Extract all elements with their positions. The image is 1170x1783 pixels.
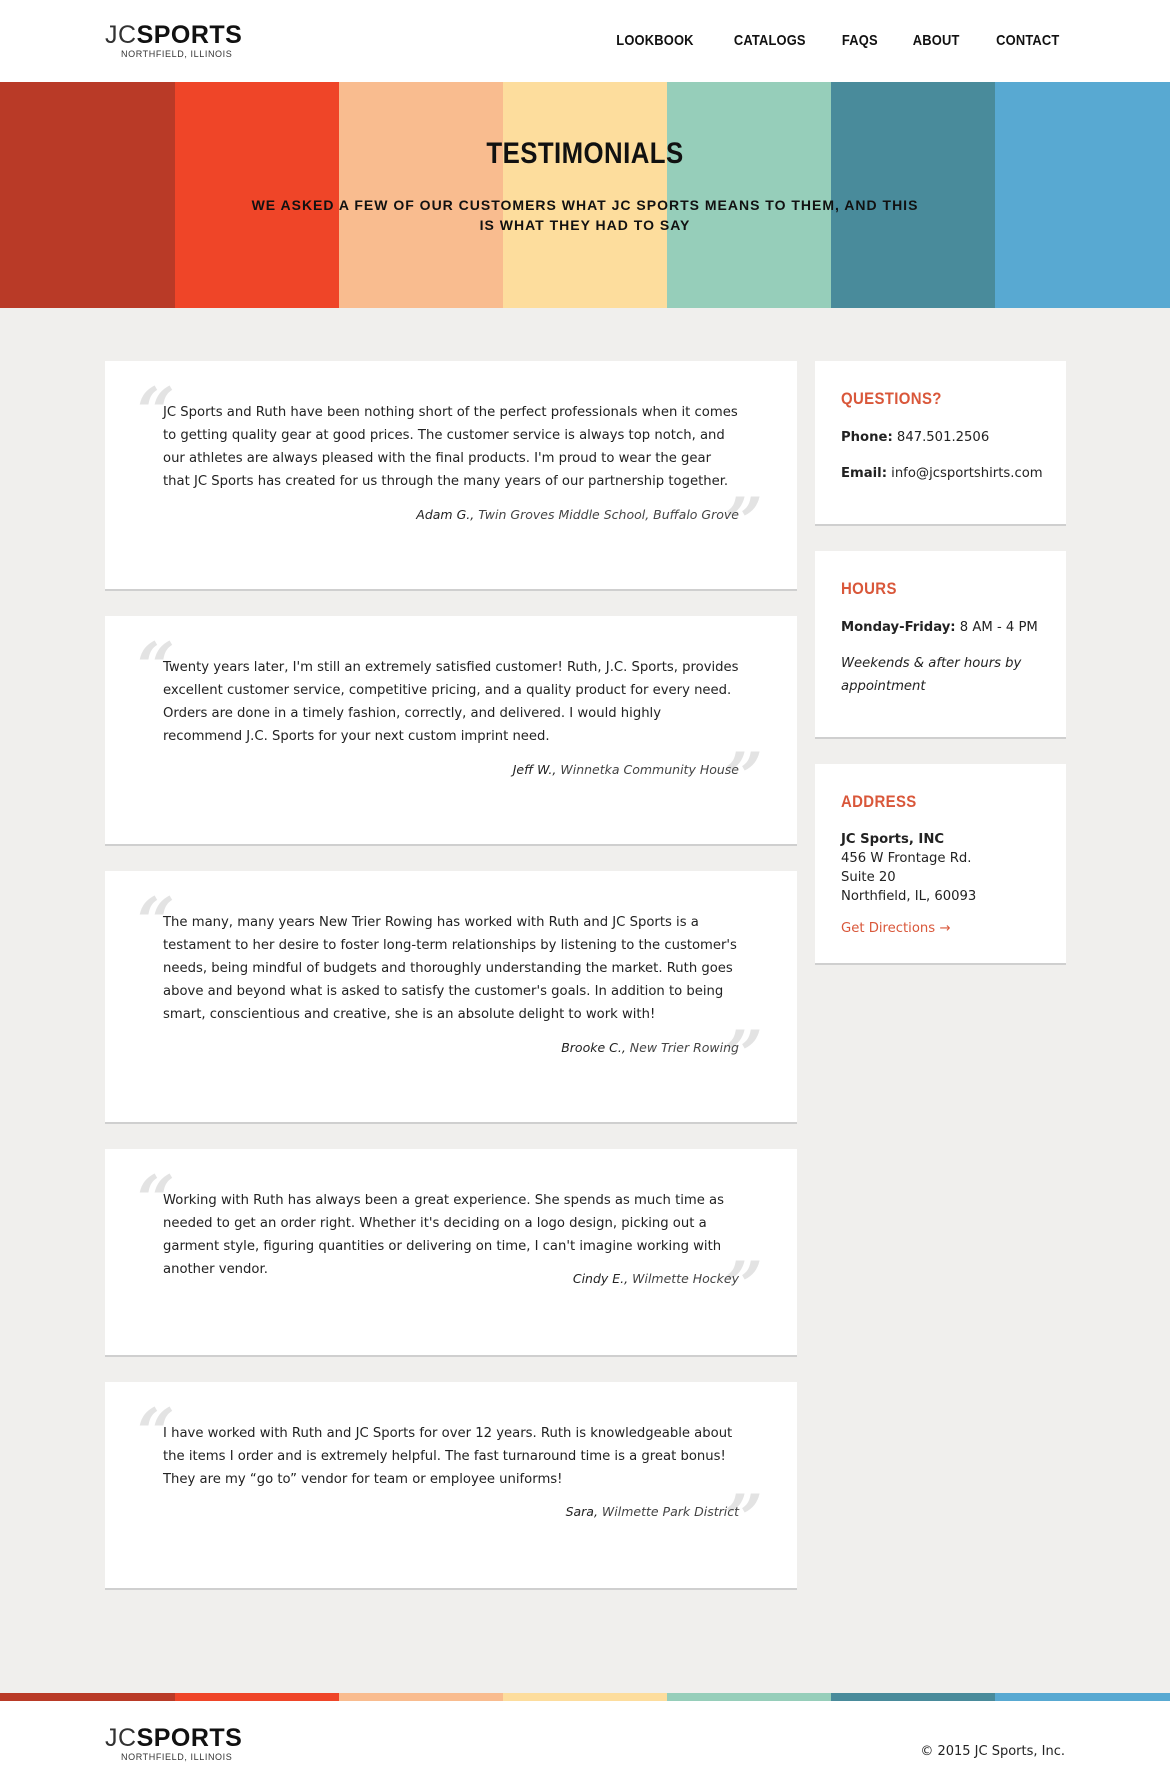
get-directions-link[interactable]: Get Directions →	[841, 919, 950, 938]
hours-line: Monday-Friday: 8 AM - 4 PM	[841, 618, 1038, 637]
footer-stripe	[503, 1693, 667, 1701]
logo-sports: SPORTS	[136, 21, 243, 49]
nav-lookbook[interactable]: LOOKBOOK	[616, 32, 693, 49]
testimonial-text: JC Sports and Ruth have been nothing sho…	[163, 405, 738, 489]
address-heading: ADDRESS	[841, 792, 917, 811]
testimonial-card: “ The many, many years New Trier Rowing …	[105, 871, 797, 1124]
hours-days-label: Monday-Friday:	[841, 620, 956, 635]
email-line: Email: info@jcsportshirts.com	[841, 464, 1043, 483]
footer-stripes	[0, 1693, 1170, 1701]
testimonial-text: Twenty years later, I'm still an extreme…	[163, 660, 739, 744]
nav-contact[interactable]: CONTACT	[997, 32, 1060, 49]
logo-wordmark: JCSPORTS	[105, 1724, 265, 1752]
address-line-3: Northfield, IL, 60093	[841, 889, 977, 904]
author-name: Adam G.,	[416, 507, 475, 522]
close-quote-icon: ”	[725, 483, 763, 561]
hours-note: Weekends & after hours by appointment	[841, 656, 1022, 694]
logo-location: NORTHFIELD, ILLINOIS	[121, 49, 233, 59]
email-value[interactable]: info@jcsportshirts.com	[887, 466, 1042, 481]
phone-value[interactable]: 847.501.2506	[893, 430, 989, 445]
phone-line: Phone: 847.501.2506	[841, 428, 989, 447]
testimonial-author: Adam G., Twin Groves Middle School, Buff…	[416, 507, 739, 522]
hours-card: HOURS Monday-Friday: 8 AM - 4 PM Weekend…	[815, 551, 1066, 739]
author-name: Jeff W.,	[512, 762, 557, 777]
company-name: JC Sports, INC	[841, 832, 945, 847]
testimonial-author: Sara, Wilmette Park District	[566, 1504, 739, 1519]
logo-wordmark: JCSPORTS	[105, 21, 265, 49]
address-line-1: 456 W Frontage Rd.	[841, 851, 972, 866]
close-quote-icon: ”	[725, 1480, 763, 1558]
site-header: JCSPORTS NORTHFIELD, ILLINOIS LOOKBOOK C…	[0, 0, 1170, 82]
testimonial-author: Cindy E., Wilmette Hockey	[573, 1271, 739, 1286]
address-line-2: Suite 20	[841, 870, 896, 885]
footer-stripe	[995, 1693, 1170, 1701]
author-org: Winnetka Community House	[556, 762, 739, 777]
phone-label: Phone:	[841, 430, 893, 445]
footer-stripe	[831, 1693, 995, 1701]
testimonial-text: Working with Ruth has always been a grea…	[163, 1193, 725, 1277]
footer-stripe	[339, 1693, 503, 1701]
logo-location: NORTHFIELD, ILLINOIS	[121, 1752, 233, 1762]
nav-faqs[interactable]: FAQS	[842, 32, 878, 49]
testimonial-card: “ Twenty years later, I'm still an extre…	[105, 616, 797, 846]
nav-about[interactable]: ABOUT	[913, 32, 960, 49]
footer-stripe	[175, 1693, 339, 1701]
hours-heading: HOURS	[841, 579, 897, 598]
nav-catalogs[interactable]: CATALOGS	[734, 32, 806, 49]
testimonial-author: Jeff W., Winnetka Community House	[513, 762, 739, 777]
logo-jc: JC	[105, 21, 137, 49]
author-name: Cindy E.,	[572, 1271, 629, 1286]
logo-jc: JC	[105, 1724, 137, 1752]
page-title: TESTIMONIALS	[486, 137, 684, 170]
testimonial-text: The many, many years New Trier Rowing ha…	[163, 915, 737, 1022]
footer-logo[interactable]: JCSPORTS NORTHFIELD, ILLINOIS	[105, 1724, 265, 1763]
author-name: Brooke C.,	[561, 1040, 626, 1055]
footer-stripe	[0, 1693, 175, 1701]
questions-card: QUESTIONS? Phone: 847.501.2506 Email: in…	[815, 361, 1066, 526]
hours-days-value: 8 AM - 4 PM	[955, 620, 1038, 635]
close-quote-icon: ”	[725, 1247, 763, 1325]
author-org: New Trier Rowing	[625, 1040, 739, 1055]
copyright: © 2015 JC Sports, Inc.	[920, 1744, 1065, 1759]
main-nav: LOOKBOOK CATALOGS FAQS ABOUT CONTACT	[610, 32, 1065, 49]
site-footer: JCSPORTS NORTHFIELD, ILLINOIS © 2015 JC …	[0, 1701, 1170, 1783]
page-subtitle: WE ASKED A FEW OF OUR CUSTOMERS WHAT JC …	[251, 197, 919, 233]
close-quote-icon: ”	[725, 1016, 763, 1094]
hero-text: TESTIMONIALS WE ASKED A FEW OF OUR CUSTO…	[0, 82, 1170, 308]
author-org: Wilmette Park District	[597, 1504, 739, 1519]
address-company: JC Sports, INC	[841, 830, 944, 849]
questions-heading: QUESTIONS?	[841, 389, 942, 408]
address-card: ADDRESS JC Sports, INC 456 W Frontage Rd…	[815, 764, 1066, 965]
footer-stripe	[667, 1693, 831, 1701]
author-name: Sara,	[565, 1504, 598, 1519]
testimonial-card: “ Working with Ruth has always been a gr…	[105, 1149, 797, 1357]
author-org: Wilmette Hockey	[628, 1271, 739, 1286]
author-org: Twin Groves Middle School, Buffalo Grove	[474, 507, 739, 522]
site-logo[interactable]: JCSPORTS NORTHFIELD, ILLINOIS	[105, 21, 265, 60]
email-label: Email:	[841, 466, 887, 481]
testimonial-text: I have worked with Ruth and JC Sports fo…	[163, 1426, 733, 1487]
testimonial-author: Brooke C., New Trier Rowing	[561, 1040, 739, 1055]
testimonial-card: “ I have worked with Ruth and JC Sports …	[105, 1382, 797, 1590]
logo-sports: SPORTS	[136, 1724, 243, 1752]
testimonial-card: “ JC Sports and Ruth have been nothing s…	[105, 361, 797, 591]
close-quote-icon: ”	[725, 738, 763, 816]
